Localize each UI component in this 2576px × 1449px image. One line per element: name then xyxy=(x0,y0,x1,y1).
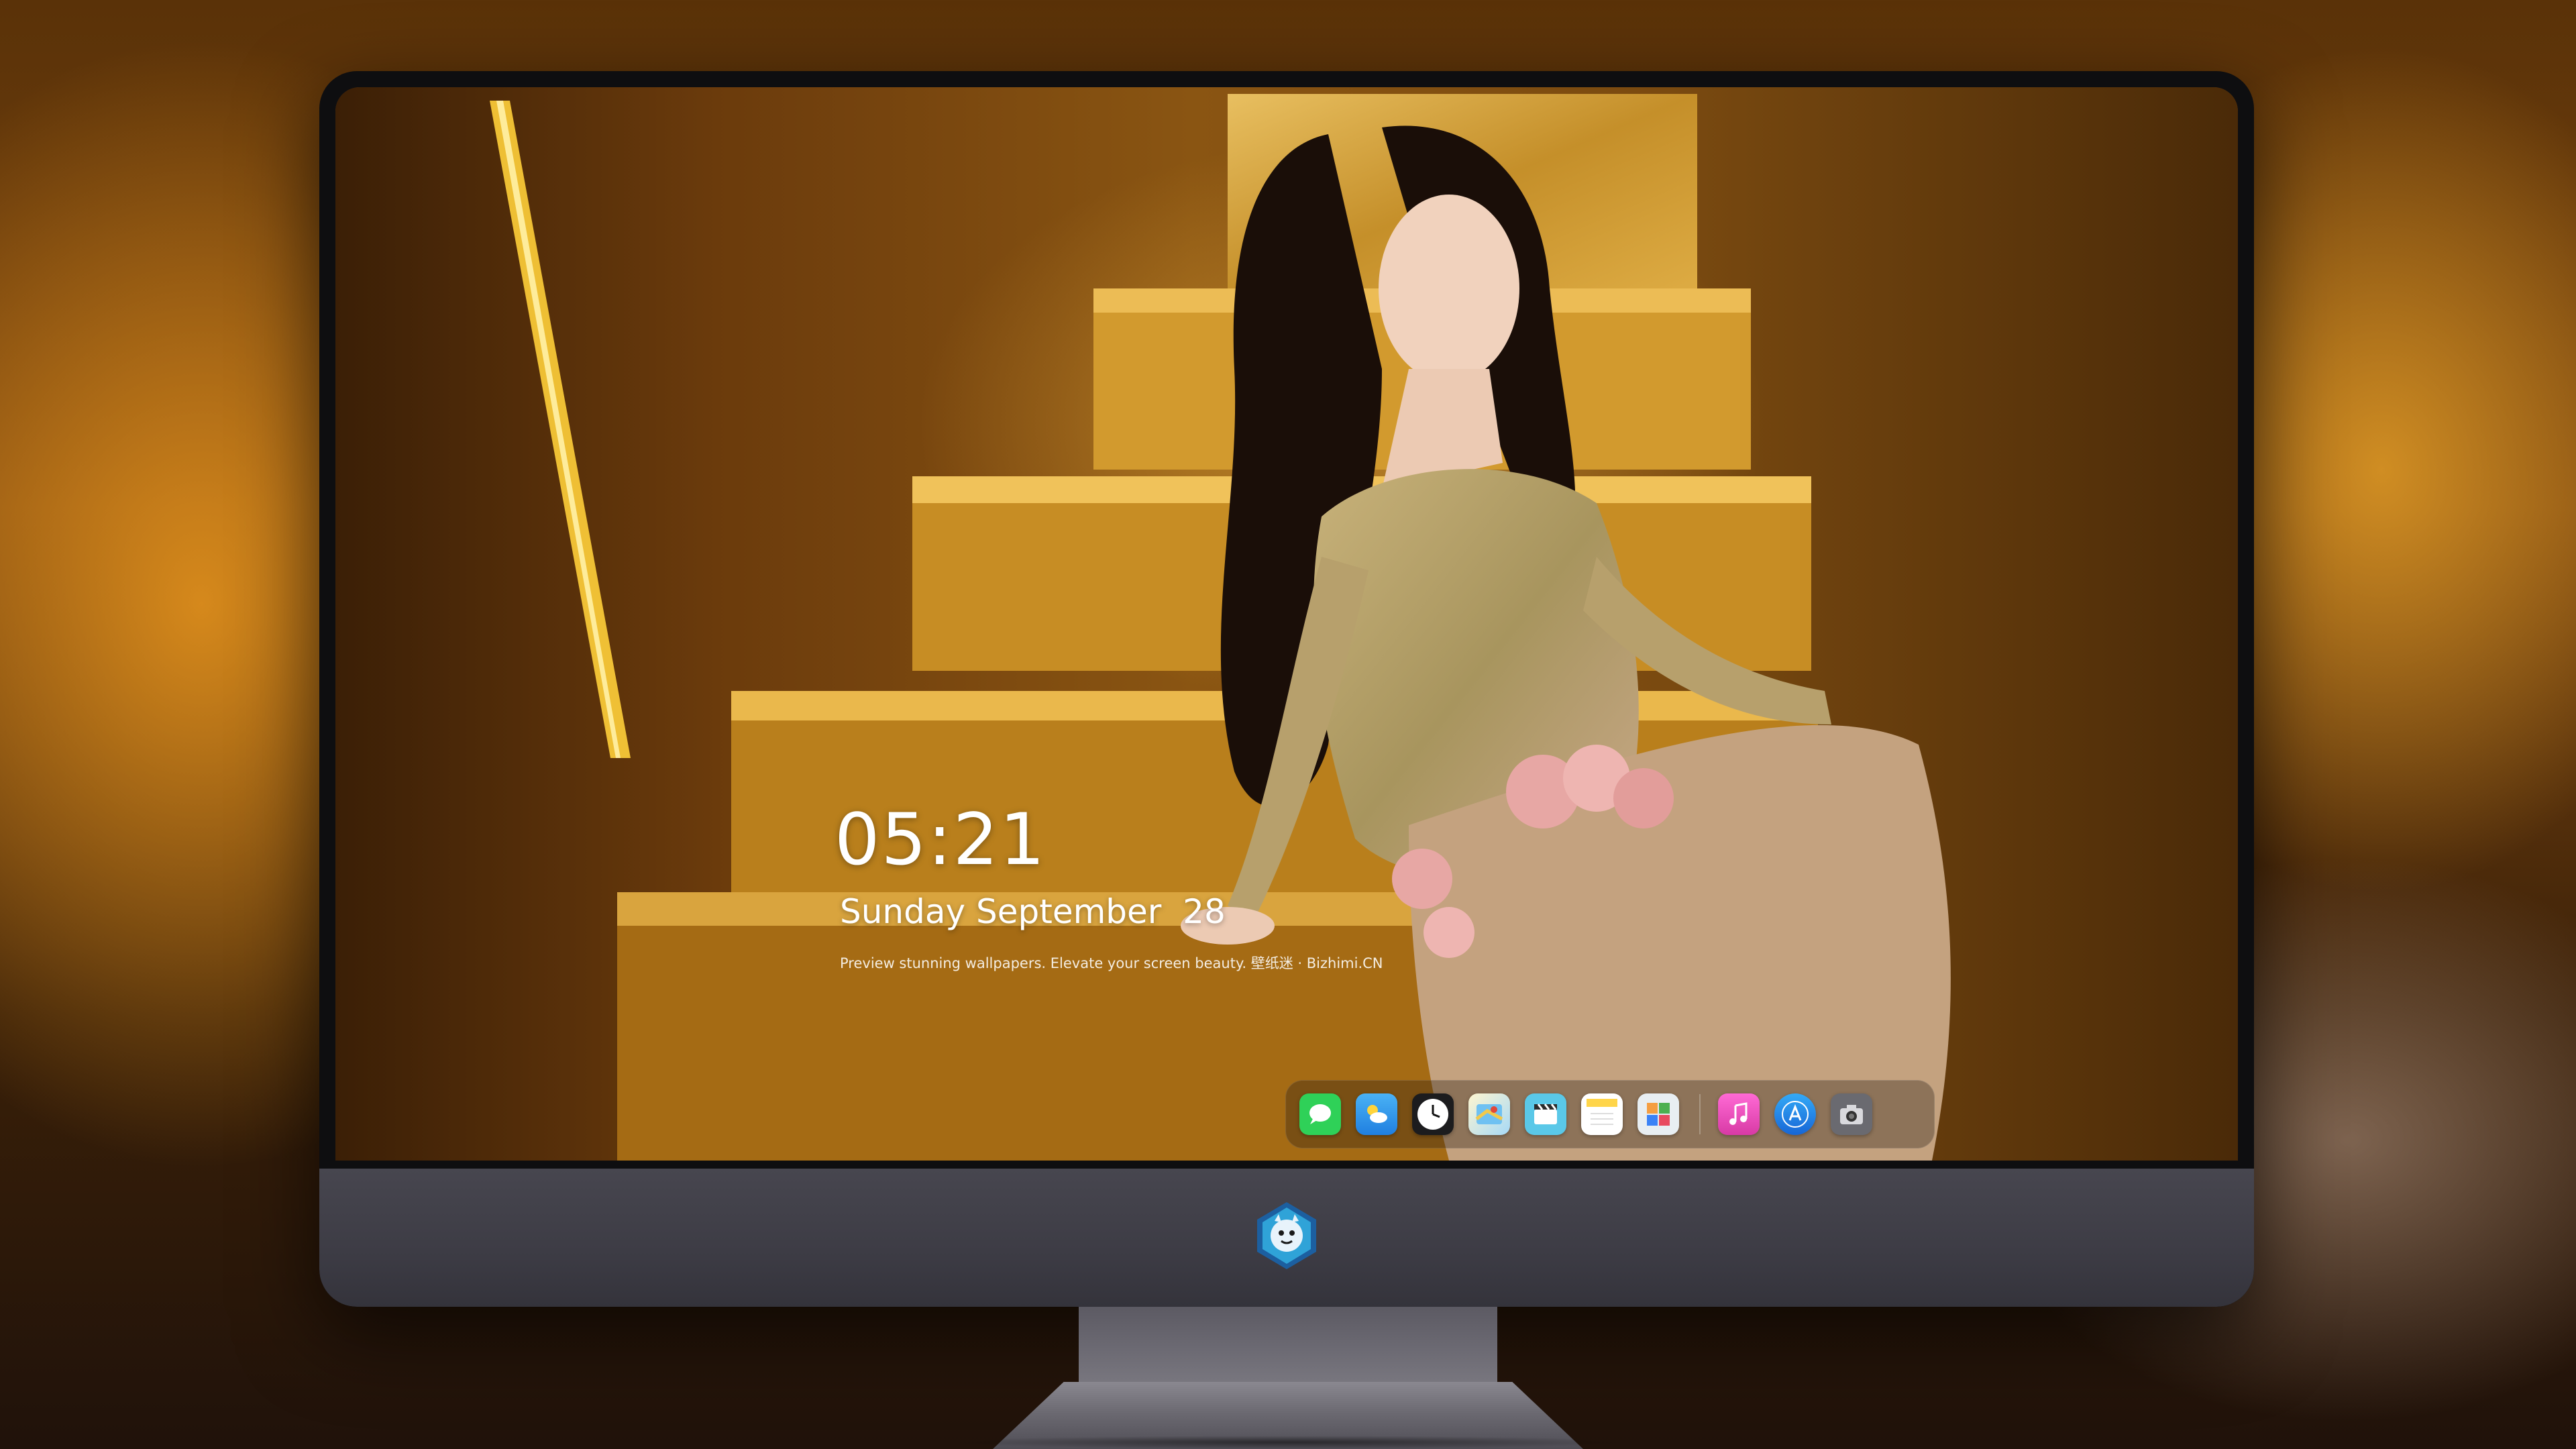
desktop-screen: 05:21 Sunday September 28 Preview stunni… xyxy=(335,87,2238,1161)
monitor-chin xyxy=(319,1169,2254,1307)
clock-icon[interactable] xyxy=(1412,1093,1454,1135)
lockscreen-time: 05:21 xyxy=(835,798,1046,881)
clapperboard-icon[interactable] xyxy=(1525,1093,1566,1135)
dock xyxy=(1285,1080,1935,1148)
monitor-stand-neck xyxy=(1079,1307,1497,1387)
maps-icon[interactable] xyxy=(1468,1093,1510,1135)
stand-shadow xyxy=(939,1436,1637,1449)
music-icon[interactable] xyxy=(1718,1093,1760,1135)
gallery-icon[interactable] xyxy=(1638,1093,1679,1135)
wallpaper-figure xyxy=(1181,125,1951,1161)
notes-icon[interactable] xyxy=(1581,1093,1623,1135)
mascot-logo-icon xyxy=(1257,1202,1316,1269)
camera-icon[interactable] xyxy=(1831,1093,1872,1135)
monitor: 05:21 Sunday September 28 Preview stunni… xyxy=(319,71,2254,1307)
app-store-icon[interactable] xyxy=(1774,1093,1816,1135)
weather-icon[interactable] xyxy=(1356,1093,1397,1135)
dock-separator xyxy=(1699,1094,1701,1134)
messages-icon[interactable] xyxy=(1299,1093,1341,1135)
lockscreen-tagline: Preview stunning wallpapers. Elevate you… xyxy=(840,955,1383,971)
lockscreen-date: Sunday September 28 xyxy=(840,892,1226,931)
